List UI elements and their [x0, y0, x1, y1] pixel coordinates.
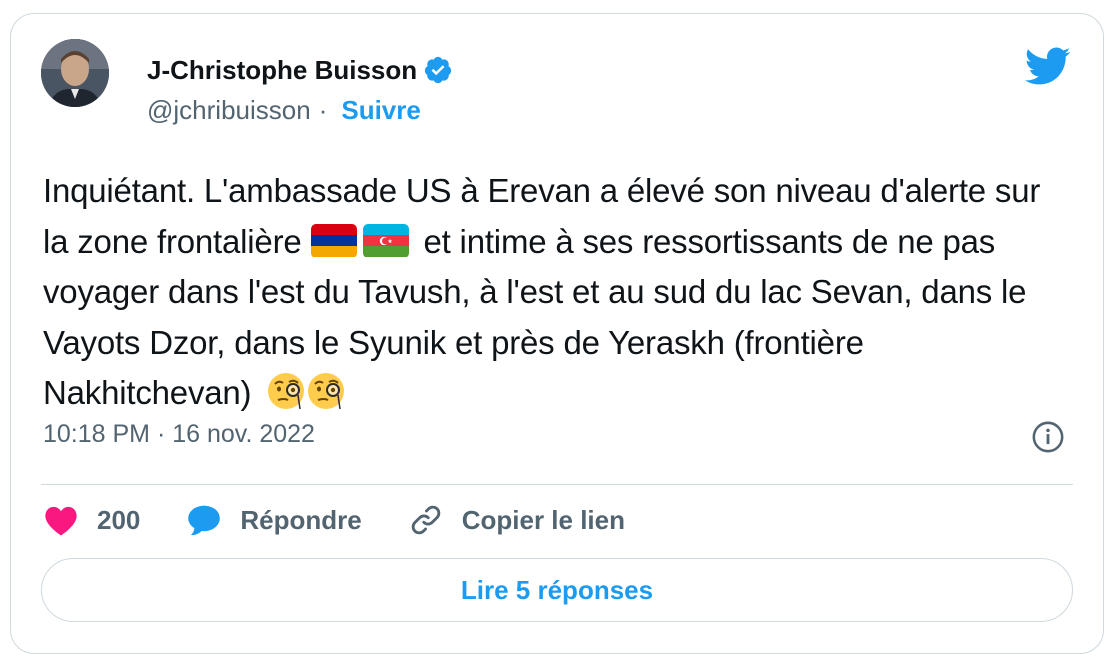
face-with-monocle-icon — [266, 371, 306, 411]
divider — [41, 484, 1073, 485]
flag-armenia-icon — [310, 223, 357, 258]
author-handle[interactable]: @jchribuisson — [147, 95, 311, 126]
read-replies-button[interactable]: Lire 5 réponses — [41, 558, 1073, 622]
link-icon — [411, 505, 440, 535]
separator-dot: · — [318, 94, 328, 125]
tweet-time: 10:18 PM — [43, 420, 151, 448]
verified-badge-icon — [423, 55, 453, 85]
heart-icon — [45, 506, 77, 536]
author-handle-row: @jchribuisson · Suivre — [147, 94, 421, 126]
reply-button[interactable]: Répondre — [186, 503, 362, 537]
copy-link-button[interactable]: Copier le lien — [408, 502, 625, 538]
author-name-row: J-Christophe Buisson — [147, 54, 453, 86]
tweet-actions: 200 Répondre Copier le lien — [43, 502, 671, 538]
avatar[interactable] — [41, 39, 109, 107]
tweet-date: 16 nov. 2022 — [172, 420, 315, 448]
flag-azerbaijan-icon — [362, 223, 409, 258]
reply-label: Répondre — [240, 504, 362, 535]
info-icon[interactable] — [1031, 420, 1065, 454]
face-with-monocle-icon — [306, 371, 346, 411]
tweet-timestamp[interactable]: 10:18 PM · 16 nov. 2022 — [43, 420, 315, 449]
tweet-card: J-Christophe Buisson @jchribuisson · Sui… — [10, 13, 1104, 654]
like-button[interactable]: 200 — [43, 504, 140, 536]
reply-bubble-icon — [188, 505, 221, 536]
follow-button[interactable]: Suivre — [341, 95, 421, 126]
author-name[interactable]: J-Christophe Buisson — [147, 55, 417, 86]
separator-dot: · — [156, 420, 166, 448]
tweet-text: Inquiétant. L'ambassade US à Erevan a él… — [43, 166, 1053, 419]
twitter-bird-icon[interactable] — [1023, 46, 1071, 86]
copy-link-label: Copier le lien — [461, 504, 625, 535]
like-count: 200 — [97, 504, 141, 535]
